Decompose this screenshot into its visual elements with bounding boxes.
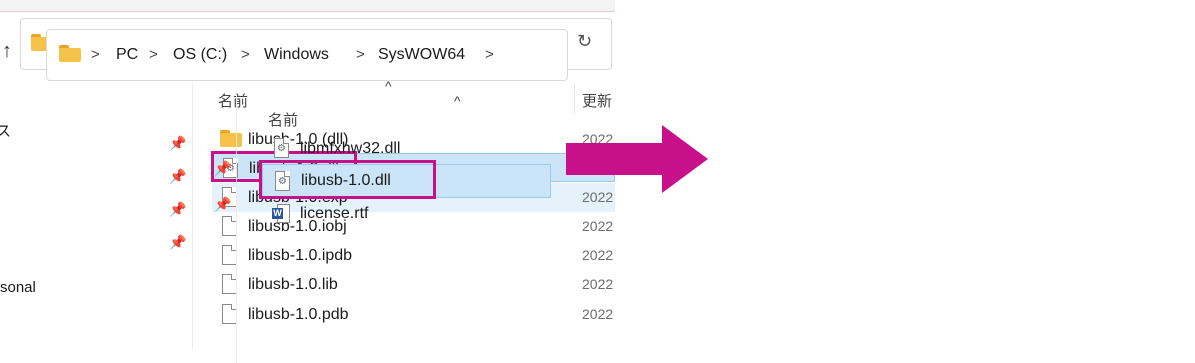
breadcrumb-os-c[interactable]: OS (C:) bbox=[173, 30, 227, 80]
list-item[interactable]: libusb-1.0.ipdb 2022 bbox=[212, 241, 615, 270]
file-icon bbox=[222, 304, 237, 324]
pin-icon[interactable]: 📌 bbox=[214, 160, 231, 177]
breadcrumb-chevron-icon[interactable]: > bbox=[149, 30, 158, 80]
list-item[interactable]: W license.rtf bbox=[262, 199, 551, 228]
file-icon bbox=[222, 274, 237, 294]
list-item[interactable]: libusb-1.0.lib 2022 bbox=[212, 270, 615, 299]
pin-icon[interactable]: 📌 bbox=[169, 135, 186, 152]
highlight-box bbox=[259, 160, 436, 199]
file-name: libmfxhw32.dll bbox=[300, 140, 401, 157]
file-name: libusb-1.0.ipdb bbox=[248, 247, 353, 264]
file-date: 2022 bbox=[582, 306, 614, 322]
list-item[interactable]: ⚙ libmfxhw32.dll bbox=[262, 134, 551, 163]
pin-icon[interactable]: 📌 bbox=[169, 201, 186, 218]
pane-divider bbox=[192, 82, 193, 349]
column-divider[interactable] bbox=[574, 84, 575, 114]
breadcrumb-chevron-icon[interactable]: > bbox=[241, 30, 250, 80]
file-date: 2022 bbox=[582, 276, 614, 292]
file-name: license.rtf bbox=[300, 205, 369, 222]
column-header-name[interactable]: 名前 bbox=[268, 109, 298, 130]
nav-item-truncated[interactable]: ス bbox=[0, 120, 11, 141]
pin-icon[interactable]: 📌 bbox=[169, 168, 186, 185]
list-item[interactable]: libusb-1.0.pdb 2022 bbox=[212, 300, 615, 329]
word-document-icon: W bbox=[272, 204, 290, 223]
sort-indicator-icon: ^ bbox=[454, 93, 461, 109]
breadcrumb-syswow64[interactable]: SysWOW64 bbox=[378, 30, 465, 80]
pane-divider bbox=[236, 96, 237, 363]
breadcrumb-chevron-icon[interactable]: > bbox=[91, 30, 100, 80]
breadcrumb-windows[interactable]: Windows bbox=[264, 30, 329, 80]
column-header-name[interactable]: 名前 bbox=[218, 90, 248, 111]
file-date: 2022 bbox=[582, 247, 614, 263]
up-arrow-icon[interactable]: ↑ bbox=[2, 40, 12, 63]
folder-icon bbox=[59, 45, 81, 62]
refresh-icon[interactable]: ↻ bbox=[577, 31, 592, 52]
file-date: 2022 bbox=[582, 218, 614, 234]
file-icon bbox=[222, 245, 237, 265]
pin-icon[interactable]: 📌 bbox=[214, 196, 231, 213]
address-bar[interactable]: > PC > OS (C:) > Windows > SysWOW64 > bbox=[46, 29, 568, 81]
file-icon bbox=[222, 216, 237, 236]
file-name: libusb-1.0.pdb bbox=[248, 306, 349, 323]
breadcrumb-pc[interactable]: PC bbox=[116, 30, 138, 80]
pin-icon[interactable]: 📌 bbox=[169, 234, 186, 251]
nav-item-personal[interactable]: sonal bbox=[0, 279, 36, 296]
right-arrow-icon bbox=[566, 125, 708, 193]
breadcrumb-chevron-icon[interactable]: > bbox=[485, 30, 494, 80]
column-header-date[interactable]: 更新 bbox=[582, 90, 612, 111]
folder-icon bbox=[220, 130, 242, 147]
window-top-strip bbox=[0, 0, 551, 12]
file-name: libusb-1.0.lib bbox=[248, 276, 338, 293]
breadcrumb-chevron-icon[interactable]: > bbox=[356, 30, 365, 80]
dll-file-icon: ⚙ bbox=[274, 138, 289, 158]
